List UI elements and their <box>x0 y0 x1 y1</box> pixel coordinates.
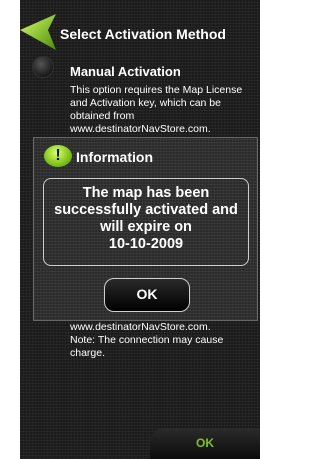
description-line: www.destinatorNavStore.com. <box>70 123 211 135</box>
manual-activation-radio[interactable] <box>32 56 54 78</box>
manual-activation-description: This option requires the Map License and… <box>70 84 255 136</box>
online-activation-description: www.destinatorNavStore.com. Note: The co… <box>70 321 255 360</box>
dialog-title: Information <box>76 149 153 165</box>
footer-ok-button[interactable]: OK <box>150 428 260 459</box>
description-line: obtained from <box>70 110 135 122</box>
activation-screen: Select Activation Method Manual Activati… <box>20 0 260 459</box>
description-line: This option requires the Map License <box>70 84 243 96</box>
dialog-message: The map has been successfully activated … <box>43 178 249 266</box>
page-title: Select Activation Method <box>60 26 226 42</box>
message-line: The map has been <box>82 185 210 201</box>
back-arrow-icon[interactable] <box>20 14 56 52</box>
description-line: charge. <box>70 347 106 359</box>
info-icon: ! <box>44 145 72 167</box>
description-line: Note: The connection may cause <box>70 334 224 346</box>
information-dialog: ! Information The map has been successfu… <box>33 137 258 321</box>
description-line: and Activation key, which can be <box>70 97 221 109</box>
manual-activation-label: Manual Activation <box>70 64 181 79</box>
message-line: successfully activated and <box>54 202 238 218</box>
message-line: 10-10-2009 <box>108 236 184 252</box>
message-line: will expire on <box>100 219 192 235</box>
dialog-ok-button[interactable]: OK <box>104 278 190 312</box>
description-line: www.destinatorNavStore.com. <box>70 321 211 333</box>
